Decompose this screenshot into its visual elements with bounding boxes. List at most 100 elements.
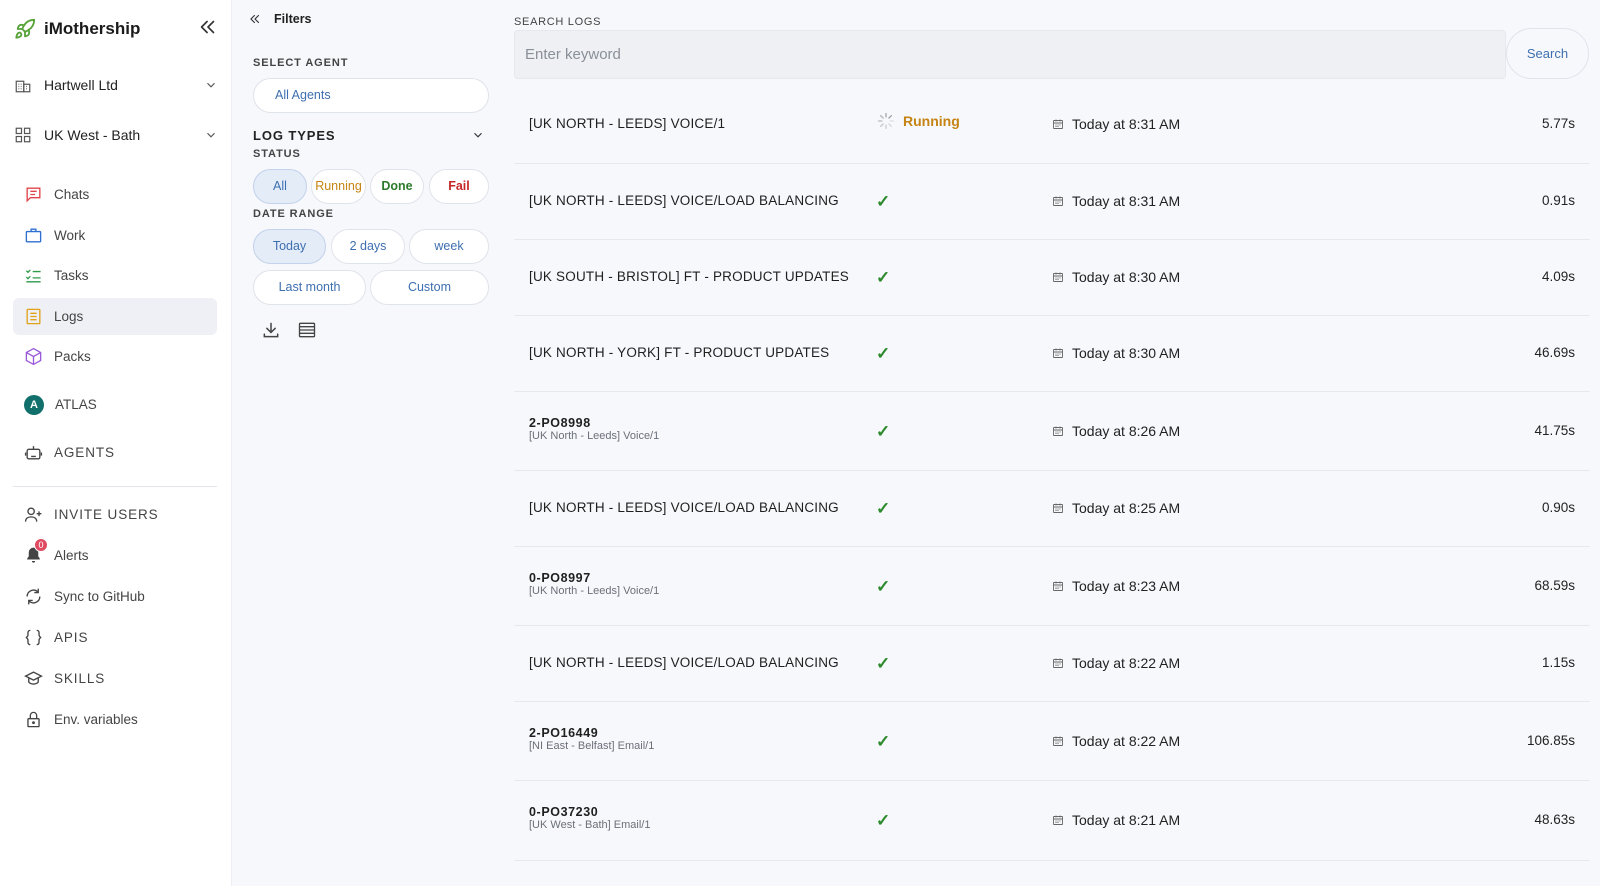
nav-item-work[interactable]: Work xyxy=(13,217,217,254)
chat-icon xyxy=(26,187,41,203)
nav-item-env-variables[interactable]: Env. variables xyxy=(13,701,217,738)
robot-icon xyxy=(24,446,43,460)
agent-select[interactable]: All Agents xyxy=(253,78,489,113)
nav-item-invite-users[interactable]: INVITE USERS xyxy=(13,496,217,533)
log-duration: 0.90s xyxy=(1541,500,1575,515)
graduation-cap-icon xyxy=(24,671,43,685)
briefcase-icon xyxy=(25,228,42,243)
log-row[interactable]: [UK NORTH - LEEDS] VOICE/1 Running Today a… xyxy=(514,86,1590,164)
log-row[interactable]: [UK NORTH - LEEDS] VOICE/LOAD BALANCING ✓… xyxy=(514,471,1590,547)
table-view-icon[interactable] xyxy=(297,320,317,340)
date-today-chip[interactable]: Today xyxy=(253,229,326,264)
sidebar: iMothership Hartwell Ltd UK West - Bath … xyxy=(0,0,232,886)
log-duration: 0.91s xyxy=(1541,193,1575,208)
log-row[interactable]: 0-PO37230 [UK West - Bath] Email/1 ✓ Today … xyxy=(514,781,1590,861)
lock-icon xyxy=(27,711,40,728)
log-row[interactable]: [UK NORTH - LEEDS] VOICE/LOAD BALANCING ✓… xyxy=(514,164,1590,240)
collapse-sidebar-icon[interactable] xyxy=(197,16,219,38)
nav-label: Alerts xyxy=(54,548,89,563)
sidebar-divider xyxy=(13,486,217,487)
log-timestamp: Today at 8:22 AM xyxy=(1072,655,1181,671)
nav-item-logs[interactable]: Logs xyxy=(13,298,217,335)
log-row[interactable]: 2-PO8998 [UK North - Leeds] Voice/1 ✓ Today… xyxy=(514,392,1590,471)
region-selector[interactable]: UK West - Bath xyxy=(14,119,218,151)
filters-title: Filters xyxy=(274,12,312,26)
status-done: ✓ xyxy=(876,811,890,831)
log-duration: 68.59s xyxy=(1534,577,1575,593)
log-agent: [UK North - Leeds] Voice/1 xyxy=(529,429,660,442)
status-running: Running xyxy=(876,111,960,131)
log-time: Today at 8:22 AM xyxy=(1052,655,1180,671)
nav-item-alerts[interactable]: 0 Alerts xyxy=(13,537,217,574)
calendar-icon xyxy=(1053,503,1063,513)
status-done: ✓ xyxy=(876,268,890,288)
status-done-chip[interactable]: Done xyxy=(370,169,424,204)
log-agent: [UK North - Leeds] Voice/1 xyxy=(529,584,660,597)
nav-item-agents[interactable]: AGENTS xyxy=(13,434,217,471)
alerts-count-badge: 0 xyxy=(34,538,48,552)
nav-item-apis[interactable]: APIS xyxy=(13,619,217,656)
download-icon[interactable] xyxy=(261,320,281,340)
grid-icon xyxy=(15,127,31,143)
calendar-icon xyxy=(1053,348,1063,358)
status-done: ✓ xyxy=(876,654,890,674)
log-name: [UK NORTH - LEEDS] VOICE/LOAD BALANCING xyxy=(529,500,839,515)
date-last-month-chip[interactable]: Last month xyxy=(253,270,366,305)
date-custom-chip[interactable]: Custom xyxy=(370,270,489,305)
log-row[interactable]: 0-PO8997 [UK North - Leeds] Voice/1 ✓ Today… xyxy=(514,547,1590,626)
nav-item-packs[interactable]: Packs xyxy=(13,338,217,375)
nav-item-skills[interactable]: SKILLS xyxy=(13,660,217,697)
nav-label: Work xyxy=(54,228,86,243)
nav-label: SKILLS xyxy=(54,671,106,686)
chevron-down-icon xyxy=(207,132,215,138)
nav-label: Env. variables xyxy=(54,712,138,727)
calendar-icon xyxy=(1053,426,1063,436)
nav-item-chats[interactable]: Chats xyxy=(13,176,217,213)
select-agent-label: SELECT AGENT xyxy=(253,57,349,69)
filters-header: Filters xyxy=(248,10,312,28)
check-icon: ✓ xyxy=(876,576,891,596)
nav-label: INVITE USERS xyxy=(54,507,159,522)
status-all-chip[interactable]: All xyxy=(253,169,307,204)
date-week-chip[interactable]: week xyxy=(409,229,489,264)
log-time: Today at 8:21 AM xyxy=(1052,812,1180,828)
brand[interactable]: iMothership xyxy=(14,14,140,44)
search-input[interactable] xyxy=(514,30,1506,79)
status-running-chip[interactable]: Running xyxy=(311,169,366,204)
nav-item-sync-github[interactable]: Sync to GitHub xyxy=(13,578,217,615)
nav-label: ATLAS xyxy=(55,397,97,412)
log-agent: [NI East - Belfast] Email/1 xyxy=(529,739,655,752)
log-timestamp: Today at 8:30 AM xyxy=(1072,269,1181,285)
search-button[interactable]: Search xyxy=(1506,28,1589,79)
log-row[interactable]: 2-PO16449 [NI East - Belfast] Email/1 ✓ Tod… xyxy=(514,702,1590,781)
calendar-icon xyxy=(1053,581,1063,591)
log-name: [UK NORTH - LEEDS] VOICE/LOAD BALANCING xyxy=(529,193,839,208)
log-row[interactable]: [UK NORTH - LEEDS] VOICE/LOAD BALANCING ✓… xyxy=(514,626,1590,702)
status-done: ✓ xyxy=(876,499,890,519)
organization-selector[interactable]: Hartwell Ltd xyxy=(14,69,218,101)
status-fail-chip[interactable]: Fail xyxy=(429,169,489,204)
log-duration: 48.63s xyxy=(1534,812,1575,827)
status-done: ✓ xyxy=(876,422,890,442)
calendar-icon xyxy=(1053,815,1063,825)
log-types-toggle[interactable]: LOG TYPES xyxy=(253,126,485,144)
status-label: STATUS xyxy=(253,148,301,160)
log-timestamp: Today at 8:30 AM xyxy=(1072,345,1181,361)
nav-item-atlas[interactable]: A ATLAS xyxy=(13,386,217,423)
check-icon: ✓ xyxy=(876,654,891,673)
atlas-avatar: A xyxy=(24,394,44,415)
building-icon xyxy=(15,80,31,93)
log-row[interactable]: [UK NORTH - YORK] FT - PRODUCT UPDATES ✓ T… xyxy=(514,316,1590,392)
check-icon: ✓ xyxy=(876,192,891,211)
log-code: 2-PO16449 xyxy=(529,725,599,740)
log-row[interactable]: [UK SOUTH - BRISTOL] FT - PRODUCT UPDATE… xyxy=(514,240,1590,316)
log-timestamp: Today at 8:21 AM xyxy=(1072,812,1181,828)
log-timestamp: Today at 8:31 AM xyxy=(1072,193,1181,209)
log-name: [UK NORTH - LEEDS] VOICE/1 xyxy=(529,116,726,131)
date-2-days-chip[interactable]: 2 days xyxy=(331,229,405,264)
collapse-filters-icon[interactable] xyxy=(248,12,262,26)
nav-label: Logs xyxy=(54,309,84,324)
date-range-label: DATE RANGE xyxy=(253,208,334,220)
nav-item-tasks[interactable]: Tasks xyxy=(13,257,217,294)
check-icon: ✓ xyxy=(876,421,891,441)
